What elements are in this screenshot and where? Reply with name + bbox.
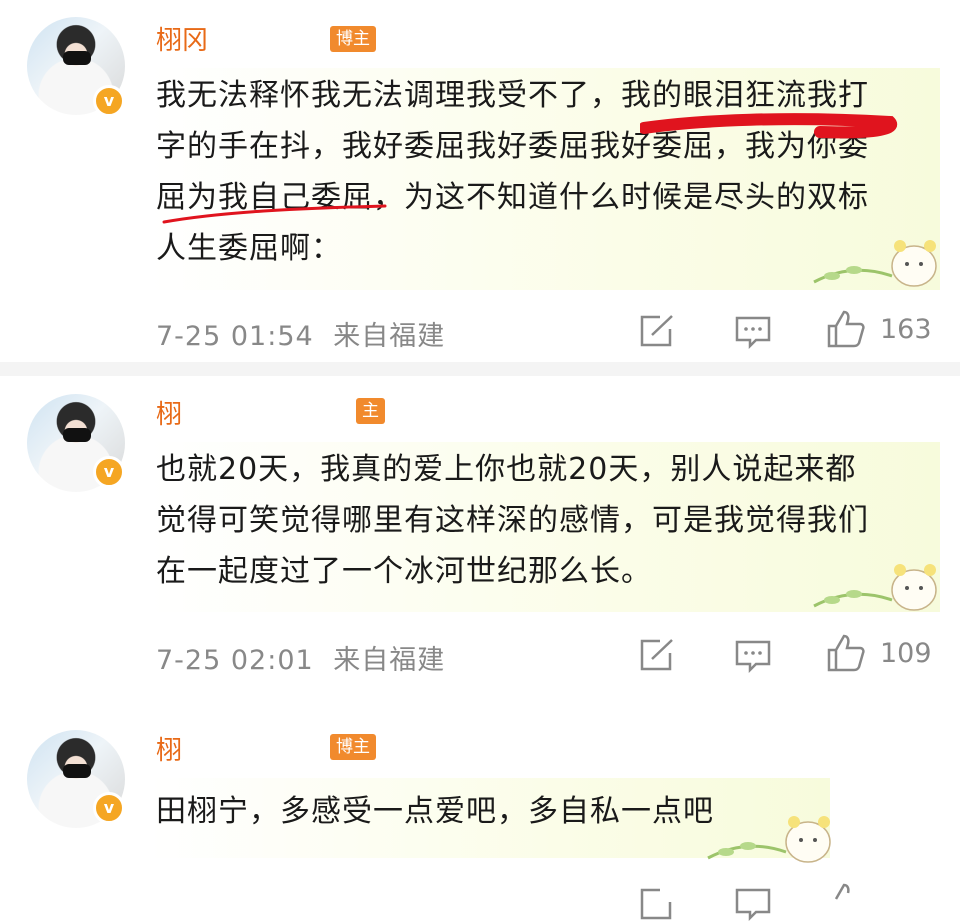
verified-badge-icon: v <box>93 792 125 824</box>
commenter-name[interactable]: 栩 <box>156 730 182 767</box>
author-tag: 博主 <box>330 734 376 760</box>
author-tag: 主 <box>356 398 385 424</box>
thumbs-up-icon[interactable] <box>826 882 866 922</box>
author-tag: 博主 <box>330 26 376 52</box>
sticker-decoration <box>813 240 937 287</box>
verified-badge-icon: v <box>93 85 125 117</box>
location: 来自福建 <box>333 321 446 352</box>
timestamp: 7-25 02:01 <box>156 645 314 676</box>
comment-text: 也就20天，我真的爱上你也就20天，别人说起来都 觉得可笑觉得哪里有这样深的感情… <box>156 452 869 589</box>
divider <box>0 362 960 376</box>
comment-text: 田栩宁，多感受一点爱吧，多自私一点吧 <box>156 794 714 829</box>
red-underline-mark <box>162 204 387 224</box>
divider <box>0 698 960 712</box>
thumbs-up-icon[interactable] <box>826 309 866 349</box>
like-count: 163 <box>880 314 932 345</box>
comment-meta: 7-25 01:54 来自福建 <box>156 314 445 353</box>
comment-meta: 7-25 02:01 来自福建 <box>156 638 445 677</box>
commenter-name[interactable]: 栩 <box>156 394 182 431</box>
sticker-decoration <box>813 564 937 611</box>
comment-icon[interactable] <box>734 314 772 350</box>
red-underline-mark <box>640 113 898 139</box>
comment-text: 我无法释怀我无法调理我受不了，我的眼泪狂流我打 字的手在抖，我好委屈我好委屈我好… <box>156 78 869 266</box>
commenter-name[interactable]: 栩冈 <box>156 20 208 57</box>
verified-badge-icon: v <box>93 456 125 488</box>
comment-card: v 栩 主 也就20天，我真的爱上你也就20天，别人说起来都 觉得可笑觉得哪里有… <box>0 376 960 710</box>
comment-card: v 栩冈 博主 我无法释怀我无法调理我受不了，我的眼泪狂流我打 字的手在抖，我好… <box>0 0 960 362</box>
sticker-decoration <box>707 816 831 863</box>
thumbs-up-icon[interactable] <box>826 633 866 673</box>
location: 来自福建 <box>333 645 446 676</box>
share-icon[interactable] <box>638 886 676 922</box>
comment-card: v 栩 博主 田栩宁，多感受一点爱吧，多自私一点吧 <box>0 712 960 922</box>
share-icon[interactable] <box>638 637 676 673</box>
comment-icon[interactable] <box>734 638 772 674</box>
like-count: 109 <box>880 638 932 669</box>
comment-meta <box>156 884 166 915</box>
timestamp: 7-25 01:54 <box>156 321 314 352</box>
share-icon[interactable] <box>638 313 676 349</box>
comment-icon[interactable] <box>734 886 772 922</box>
